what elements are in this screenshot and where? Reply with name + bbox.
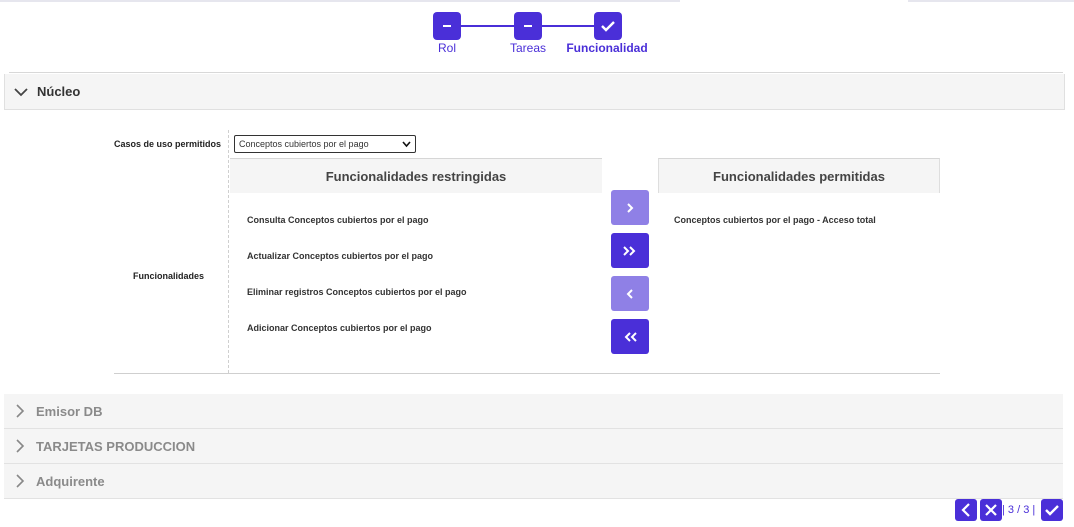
- minus-icon: [524, 25, 532, 27]
- chevron-down-icon: [5, 87, 37, 97]
- step-funcionalidad-button[interactable]: [594, 12, 622, 40]
- restricted-item[interactable]: Actualizar Conceptos cubiertos por el pa…: [247, 251, 433, 261]
- section-tarjetas-produccion-header[interactable]: TARJETAS PRODUCCION: [4, 429, 1063, 464]
- restricted-item[interactable]: Consulta Conceptos cubiertos por el pago: [247, 215, 429, 225]
- chevron-right-icon: [4, 439, 36, 453]
- case-select[interactable]: Conceptos cubiertos por el pago: [234, 135, 416, 153]
- move-right-button[interactable]: [611, 190, 649, 225]
- finish-button[interactable]: [1041, 499, 1063, 521]
- move-all-left-button[interactable]: [611, 319, 649, 354]
- step-label-funcionalidad: Funcionalidad: [566, 41, 648, 55]
- section-title: Adquirente: [36, 473, 105, 489]
- double-chevron-right-icon: [623, 245, 636, 256]
- step-label-tareas: Tareas: [509, 41, 547, 55]
- section-title: Núcleo: [37, 84, 81, 99]
- case-select-value: Conceptos cubiertos por el pago: [239, 139, 369, 149]
- chevron-left-icon: [961, 503, 970, 517]
- divider: [114, 373, 940, 374]
- permitted-item[interactable]: Conceptos cubiertos por el pago - Acceso…: [674, 215, 876, 225]
- wizard-stepper: Rol Tareas Funcionalidad: [420, 12, 660, 62]
- top-border: [0, 0, 1074, 2]
- minus-icon: [443, 25, 451, 27]
- section-nucleo-header[interactable]: Núcleo: [4, 74, 1065, 110]
- functionalities-label: Funcionalidades: [133, 271, 205, 281]
- stepper-connector: [541, 25, 594, 27]
- cancel-button[interactable]: [980, 499, 1002, 521]
- section-title: Emisor DB: [36, 403, 103, 419]
- case-label: Casos de uso permitidos: [114, 139, 222, 149]
- check-icon: [601, 21, 615, 32]
- divider: [9, 72, 1063, 73]
- check-icon: [1045, 505, 1059, 516]
- double-chevron-left-icon: [624, 331, 637, 342]
- permitted-header: Funcionalidades permitidas: [658, 158, 940, 193]
- step-label-rol: Rol: [437, 41, 457, 55]
- chevron-right-icon: [627, 202, 634, 213]
- restricted-header: Funcionalidades restringidas: [230, 158, 602, 193]
- move-all-right-button[interactable]: [611, 233, 649, 268]
- chevron-left-icon: [626, 288, 633, 299]
- chevron-right-icon: [4, 474, 36, 488]
- chevron-right-icon: [4, 404, 36, 418]
- top-border-gap: [680, 0, 908, 3]
- section-emisor-db-header[interactable]: Emisor DB: [4, 394, 1063, 429]
- section-adquirente-header[interactable]: Adquirente: [4, 464, 1063, 499]
- restricted-item[interactable]: Eliminar registros Conceptos cubiertos p…: [247, 287, 467, 297]
- step-tareas-button[interactable]: [514, 12, 542, 40]
- page-indicator: | 3 / 3 |: [1002, 504, 1036, 516]
- restricted-item[interactable]: Adicionar Conceptos cubiertos por el pag…: [247, 323, 432, 333]
- step-rol-button[interactable]: [433, 12, 461, 40]
- close-icon: [985, 504, 997, 516]
- previous-button[interactable]: [955, 499, 977, 521]
- move-left-button[interactable]: [611, 276, 649, 311]
- stepper-connector: [461, 25, 514, 27]
- chevron-down-icon: [402, 140, 411, 147]
- section-title: TARJETAS PRODUCCION: [36, 438, 196, 454]
- label-divider: [228, 130, 229, 373]
